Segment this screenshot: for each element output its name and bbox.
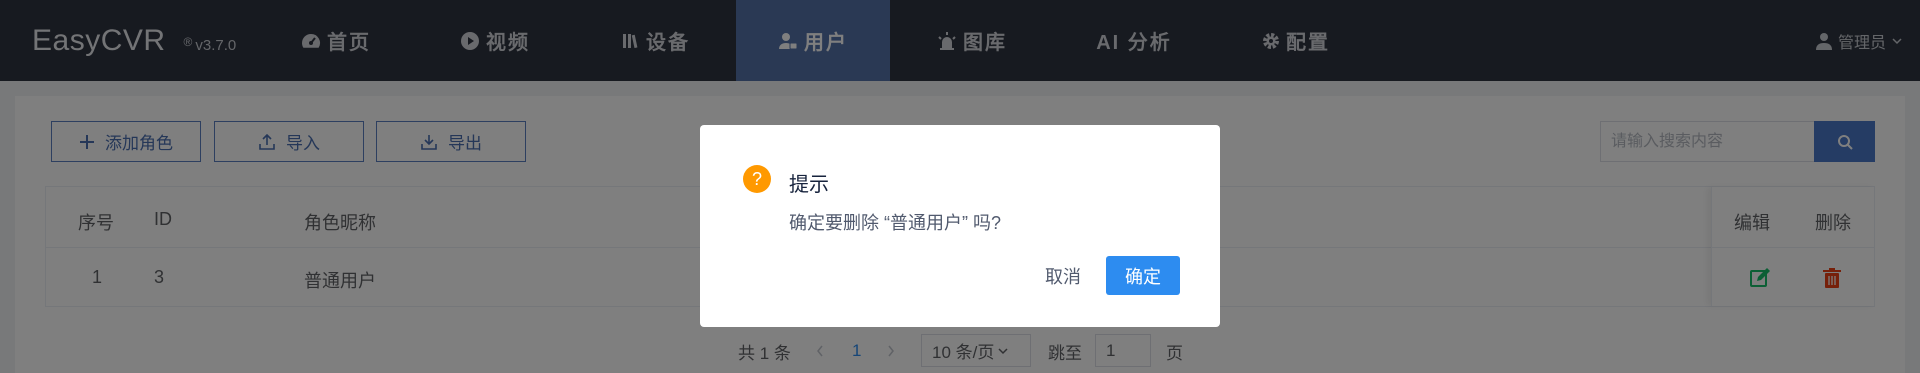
dialog-title: 提示 bbox=[789, 174, 829, 196]
question-icon: ? bbox=[743, 165, 771, 193]
dialog-message: 确定要删除 “普通用户” 吗? bbox=[789, 213, 1001, 233]
cancel-button[interactable]: 取消 bbox=[1030, 256, 1096, 295]
confirm-dialog: ? 提示 确定要删除 “普通用户” 吗? 取消 确定 bbox=[700, 125, 1220, 327]
confirm-button[interactable]: 确定 bbox=[1106, 256, 1180, 295]
question-glyph: ? bbox=[751, 168, 762, 189]
